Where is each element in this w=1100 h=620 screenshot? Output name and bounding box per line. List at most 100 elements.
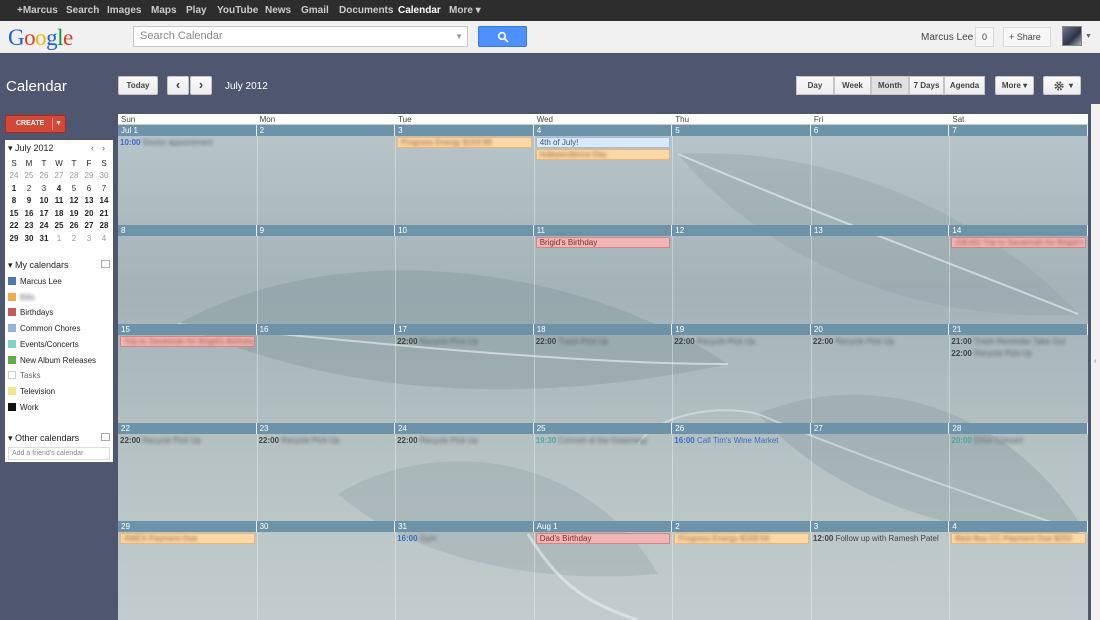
user-name-link[interactable]: Marcus Lee	[921, 32, 973, 43]
mini-day-cell[interactable]: 21	[98, 208, 110, 220]
search-options-chevron-icon[interactable]: ▼	[455, 27, 463, 46]
calendar-item[interactable]: Common Chores	[8, 324, 80, 336]
date-header-bar[interactable]: 16	[256, 324, 396, 335]
gbar-images[interactable]: Images	[107, 0, 141, 21]
date-header-bar[interactable]: 25	[533, 423, 673, 434]
mini-day-cell[interactable]: 19	[68, 208, 80, 220]
mini-day-cell[interactable]: 23	[23, 220, 35, 232]
mini-day-cell[interactable]: 28	[68, 170, 80, 182]
date-number[interactable]: 3	[398, 125, 402, 136]
date-number[interactable]: 16	[260, 324, 269, 335]
calendar-event[interactable]: Dad's Birthday	[535, 533, 671, 544]
calendar-event[interactable]: 16:00 Gym	[397, 533, 532, 544]
gbar-maps[interactable]: Maps	[151, 0, 177, 21]
mini-day-cell[interactable]: 14	[98, 195, 110, 207]
calendar-event[interactable]: 22:00 Recycle Pick Up	[951, 348, 1086, 359]
calendar-color-swatch[interactable]	[8, 324, 16, 333]
view-7days-button[interactable]: 7 Days	[909, 76, 944, 95]
today-button[interactable]: Today	[118, 76, 158, 95]
date-number[interactable]: 9	[260, 225, 264, 236]
calendar-color-swatch[interactable]	[8, 277, 16, 285]
calendar-item[interactable]: Bills	[8, 292, 35, 305]
date-number[interactable]: 24	[398, 423, 407, 434]
calendar-color-swatch[interactable]	[8, 339, 16, 348]
mini-day-cell[interactable]: 3	[38, 183, 50, 195]
calendar-color-swatch[interactable]	[8, 386, 16, 395]
mini-day-cell[interactable]: 17	[38, 208, 50, 220]
gbar-calendar[interactable]: Calendar	[398, 0, 441, 21]
mini-day-cell[interactable]: 26	[38, 170, 50, 182]
date-header-bar[interactable]: 7	[949, 125, 1088, 136]
date-number[interactable]: 10	[398, 225, 407, 236]
date-number[interactable]: Jul 1	[121, 125, 138, 136]
mini-day-cell[interactable]: 7	[98, 183, 110, 195]
date-header-bar[interactable]: 19	[672, 324, 811, 335]
date-number[interactable]: 29	[121, 521, 130, 532]
date-number[interactable]: 4	[952, 521, 956, 532]
my-calendars-menu-icon[interactable]	[101, 260, 110, 268]
mini-day-cell[interactable]: 3	[83, 233, 95, 245]
date-number[interactable]: 14	[952, 225, 961, 236]
date-number[interactable]: 17	[398, 324, 407, 335]
date-number[interactable]: 2	[260, 125, 264, 136]
date-header-bar[interactable]: 6	[810, 125, 950, 136]
mini-day-cell[interactable]: 30	[23, 233, 35, 245]
mini-day-cell[interactable]: 24	[8, 170, 20, 182]
date-number[interactable]: 18	[537, 324, 546, 335]
calendar-event[interactable]: 21:00 Trash Reminder Take Out	[951, 336, 1086, 347]
mini-day-cell[interactable]: 1	[53, 233, 65, 245]
gbar-search[interactable]: Search	[66, 0, 99, 21]
mini-day-cell[interactable]: 28	[98, 220, 110, 232]
calendar-event[interactable]: Best Buy CC Payment Due $250	[951, 533, 1086, 544]
gbar-gmail[interactable]: Gmail	[301, 0, 329, 21]
date-header-bar[interactable]: 9	[256, 225, 396, 236]
date-header-bar[interactable]: 2	[256, 125, 396, 136]
date-number[interactable]: 6	[814, 125, 818, 136]
date-header-bar[interactable]: 4	[533, 125, 673, 136]
mini-day-cell[interactable]: 12	[68, 195, 80, 207]
date-number[interactable]: 3	[814, 521, 818, 532]
other-calendars-menu-icon[interactable]	[101, 433, 110, 441]
calendar-event[interactable]: 12:00 Follow up with Ramesh Patel	[813, 533, 948, 544]
calendar-event[interactable]: 22:00 Recycle Pick Up	[813, 336, 948, 347]
date-header-bar[interactable]: 8	[118, 225, 257, 236]
gbar-youtube[interactable]: YouTube	[217, 0, 258, 21]
gbar-plus-marcus[interactable]: +Marcus	[17, 0, 58, 21]
date-header-bar[interactable]: 18	[533, 324, 673, 335]
date-header-bar[interactable]: 3	[395, 125, 534, 136]
date-header-bar[interactable]: 13	[810, 225, 950, 236]
calendar-event[interactable]: 20:00 Drive Concert	[951, 435, 1086, 446]
date-header-bar[interactable]: 14	[949, 225, 1088, 236]
calendar-item[interactable]: Birthdays	[8, 308, 53, 320]
calendar-event[interactable]: 22:00 Recycle Pick Up	[674, 336, 809, 347]
mini-day-cell[interactable]: 25	[53, 220, 65, 232]
calendar-event[interactable]: (08:00) Trip to Savannah for Brigid's	[951, 237, 1086, 248]
share-button[interactable]: + Share	[1003, 27, 1051, 47]
mini-day-cell[interactable]: 16	[23, 208, 35, 220]
mini-day-cell[interactable]: 1	[8, 183, 20, 195]
date-number[interactable]: 2	[675, 521, 679, 532]
date-header-bar[interactable]: 30	[256, 521, 396, 532]
date-header-bar[interactable]: 3	[810, 521, 950, 532]
calendar-color-swatch[interactable]	[8, 371, 16, 380]
date-header-bar[interactable]: 27	[810, 423, 950, 434]
date-number[interactable]: 25	[537, 423, 546, 434]
calendar-event[interactable]: Progress Energy $168.58	[674, 533, 809, 544]
date-header-bar[interactable]: 2	[672, 521, 811, 532]
mini-next-month-icon[interactable]: ›	[102, 143, 105, 153]
view-week-button[interactable]: Week	[834, 76, 871, 95]
mini-day-cell[interactable]: 27	[83, 220, 95, 232]
mini-day-cell[interactable]: 2	[23, 183, 35, 195]
mini-day-cell[interactable]: 4	[53, 183, 65, 195]
date-header-bar[interactable]: 22	[118, 423, 257, 434]
mini-day-cell[interactable]: 9	[23, 195, 35, 207]
mini-day-cell[interactable]: 6	[83, 183, 95, 195]
mini-day-cell[interactable]: 2	[68, 233, 80, 245]
date-number[interactable]: 21	[952, 324, 961, 335]
avatar[interactable]	[1062, 26, 1082, 46]
calendar-item[interactable]: New Album Releases	[8, 355, 96, 368]
mini-day-cell[interactable]: 8	[8, 195, 20, 207]
mini-day-cell[interactable]: 30	[98, 170, 110, 182]
calendar-event[interactable]: 22:00 Recycle Pick Up	[397, 435, 532, 446]
calendar-item[interactable]: Marcus Lee	[8, 277, 62, 289]
